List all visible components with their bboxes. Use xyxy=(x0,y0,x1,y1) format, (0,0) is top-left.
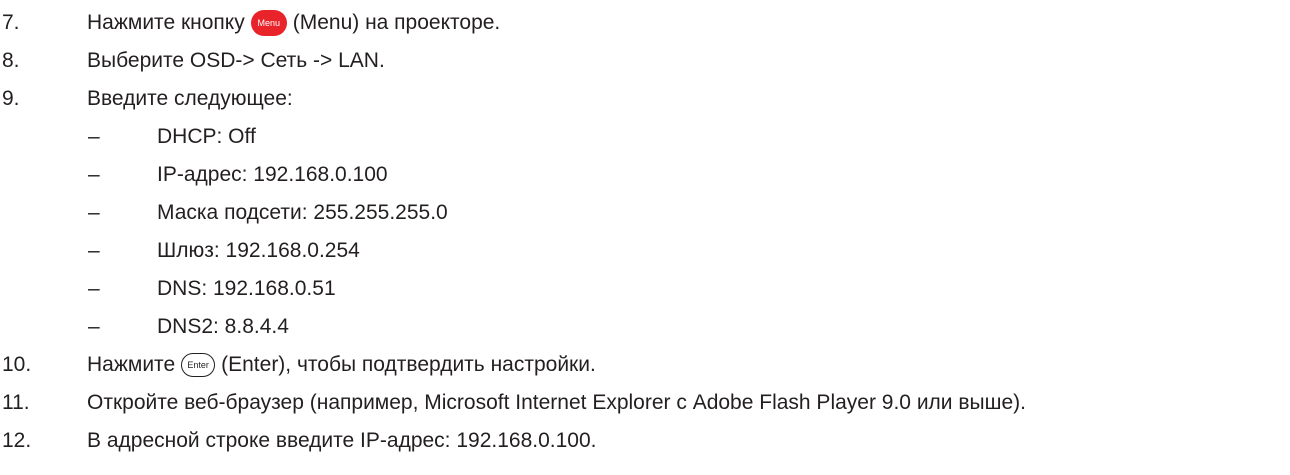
step-number: 10. xyxy=(2,353,32,376)
menu-button-icon: Menu xyxy=(250,10,287,36)
instruction-list: 7. Нажмите кнопку Menu (Menu) на проекто… xyxy=(0,0,1290,475)
step-text: Нажмите кнопку Menu (Menu) на проекторе. xyxy=(87,5,500,41)
sub-item-text: DNS2: 8.8.4.4 xyxy=(157,315,289,338)
step-text: Нажмите Enter (Enter), чтобы подтвердить… xyxy=(87,347,596,383)
step-text-after: (Menu) на проекторе. xyxy=(292,11,501,34)
dash-bullet: – xyxy=(88,315,100,338)
dash-bullet: – xyxy=(88,201,100,224)
sub-item-text: Маска подсети: 255.255.255.0 xyxy=(157,201,448,224)
step-number: 9. xyxy=(2,87,20,110)
step-number: 11. xyxy=(2,391,30,414)
step-text: В адресной строке введите IP-адрес: 192.… xyxy=(87,429,597,452)
step-number: 12. xyxy=(2,429,32,452)
sub-item-text: DHCP: Off xyxy=(157,125,256,148)
dash-bullet: – xyxy=(88,277,100,300)
sub-item-text: IP-адрес: 192.168.0.100 xyxy=(157,163,388,186)
step-text: Введите следующее: xyxy=(87,87,293,110)
step-text: Откройте веб-браузер (например, Microsof… xyxy=(87,391,1026,414)
step-text-before: Нажмите кнопку xyxy=(87,11,245,34)
step-number: 8. xyxy=(2,49,20,72)
enter-button-icon: Enter xyxy=(181,353,216,377)
sub-item-text: Шлюз: 192.168.0.254 xyxy=(157,239,360,262)
dash-bullet: – xyxy=(88,163,100,186)
step-text-before: Нажмите xyxy=(87,353,176,376)
sub-item-text: DNS: 192.168.0.51 xyxy=(157,277,336,300)
step-text: Выберите OSD-> Сеть -> LAN. xyxy=(87,49,385,72)
dash-bullet: – xyxy=(88,125,100,148)
step-text-after: (Enter), чтобы подтвердить настройки. xyxy=(221,353,596,376)
dash-bullet: – xyxy=(88,239,100,262)
step-number: 7. xyxy=(2,11,20,34)
